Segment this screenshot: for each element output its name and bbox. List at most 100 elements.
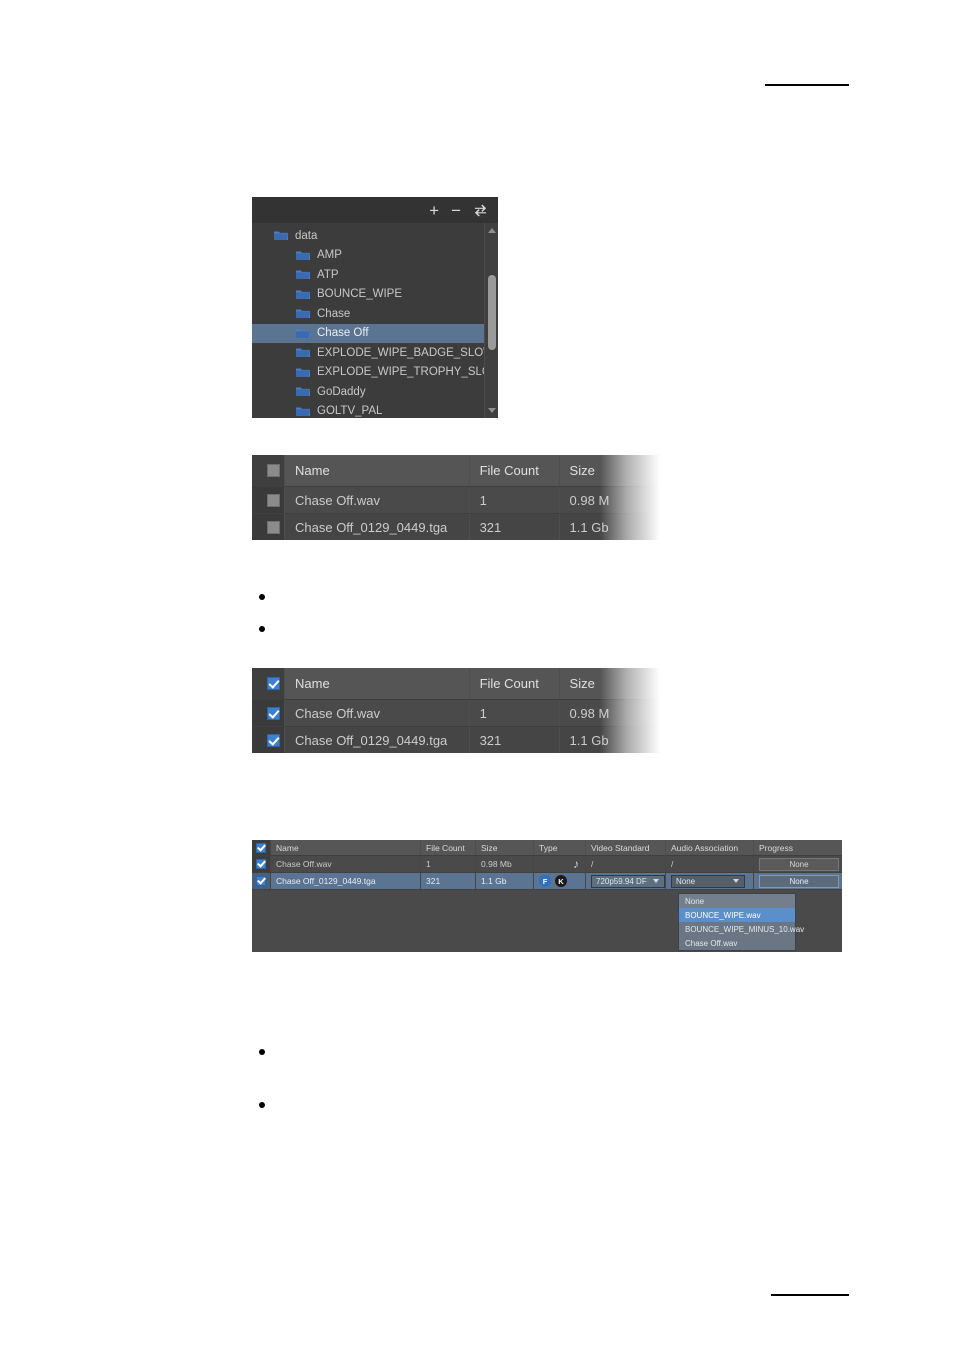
folder-icon [296, 347, 310, 358]
column-header-name[interactable]: Name [285, 455, 470, 486]
tree-item-label: GOLTV_PAL [317, 405, 383, 418]
tree-item-label: Chase Off [317, 327, 369, 340]
row-checkbox-cell[interactable] [252, 727, 285, 753]
column-header-name[interactable]: Name [271, 840, 421, 855]
tree-item-label: EXPLODE_WIPE_TROPHY_SLOW [317, 366, 498, 379]
table-row[interactable]: Chase Off_0129_0449.tga 321 1.1 Gb [252, 513, 660, 540]
progress-button[interactable]: None [759, 857, 839, 871]
bullet-point [259, 1102, 265, 1108]
select-all-checkbox[interactable] [266, 677, 280, 690]
scroll-down-icon[interactable] [488, 408, 496, 413]
dropdown-option-bounce-wipe-minus-10[interactable]: BOUNCE_WIPE_MINUS_10.wav [679, 922, 804, 936]
table-row[interactable]: Chase Off.wav 1 0.98 M [252, 699, 660, 726]
cell-name: Chase Off.wav [285, 487, 470, 513]
video-standard-select[interactable]: 720p59.94 DF [591, 874, 665, 888]
select-all-checkbox[interactable] [266, 464, 280, 477]
remove-icon[interactable]: − [451, 202, 461, 219]
tree-item-bounce-wipe[interactable]: BOUNCE_WIPE [252, 285, 484, 305]
column-header-video-standard[interactable]: Video Standard [586, 840, 666, 855]
cell-audio-association[interactable]: None [666, 873, 754, 889]
select-all-checkbox-cell[interactable] [252, 840, 271, 855]
cell-video-standard[interactable]: 720p59.94 DF [586, 873, 666, 889]
cell-progress: None [754, 856, 841, 872]
cell-size: 0.98 Mb [476, 856, 534, 872]
row-checkbox[interactable] [266, 493, 280, 507]
tree-item-explode-wipe-badge-slow[interactable]: EXPLODE_WIPE_BADGE_SLOW [252, 343, 494, 363]
select-all-checkbox-cell[interactable] [252, 668, 285, 699]
audio-association-dropdown[interactable]: None BOUNCE_WIPE.wav BOUNCE_WIPE_MINUS_1… [678, 893, 804, 951]
row-checkbox-cell[interactable] [252, 487, 285, 513]
tree-item-chase-off[interactable]: Chase Off [252, 323, 484, 343]
column-header-file-count[interactable]: File Count [470, 668, 560, 699]
row-checkbox[interactable] [266, 733, 280, 747]
cell-size: 0.98 M [569, 705, 610, 721]
cell-size: 1.1 Gb [569, 732, 609, 748]
chevron-down-icon[interactable] [653, 879, 659, 883]
tree-item-label: BOUNCE_WIPE [317, 288, 402, 301]
cell-file-count: 1 [470, 487, 560, 513]
row-checkbox[interactable] [256, 859, 266, 869]
cell-name: Chase Off.wav [285, 700, 470, 726]
table-row[interactable]: Chase Off.wav 1 0.98 Mb ♪ / / None [252, 856, 842, 873]
column-header-type[interactable]: Type [534, 840, 586, 855]
column-header-size[interactable]: Size [560, 455, 660, 486]
audio-association-value: None [676, 876, 696, 886]
folder-icon [296, 269, 310, 280]
folder-tree-list: data AMP ATP BOUNCE_WIPE Chase Chase Off… [252, 223, 498, 419]
tree-item-data[interactable]: data [252, 226, 484, 246]
cell-name: Chase Off.wav [271, 856, 421, 872]
column-header-name[interactable]: Name [285, 668, 470, 699]
music-note-icon: ♪ [573, 857, 579, 871]
top-rule [765, 84, 849, 86]
table-row[interactable]: Chase Off.wav 1 0.98 M [252, 486, 660, 513]
row-checkbox-cell[interactable] [252, 873, 271, 889]
folder-icon [296, 386, 310, 397]
column-header-size[interactable]: Size [560, 668, 660, 699]
folder-tree-toolbar: + − [252, 197, 498, 223]
cell-audio-association: / [666, 856, 754, 872]
table-row[interactable]: Chase Off_0129_0449.tga 321 1.1 Gb F K 7… [252, 873, 842, 890]
add-icon[interactable]: + [429, 202, 439, 219]
cell-video-standard: / [586, 856, 666, 872]
tree-scrollbar[interactable] [484, 223, 498, 418]
folder-icon [296, 250, 310, 261]
column-header-file-count[interactable]: File Count [470, 455, 560, 486]
dropdown-option-chase-off[interactable]: Chase Off.wav [679, 936, 795, 950]
table-row[interactable]: Chase Off_0129_0449.tga 321 1.1 Gb [252, 726, 660, 753]
tree-item-label: EXPLODE_WIPE_BADGE_SLOW [317, 346, 495, 359]
scrollbar-thumb[interactable] [488, 275, 496, 350]
file-table-checked: Name File Count Size Chase Off.wav 1 0.9… [252, 668, 660, 753]
select-all-checkbox[interactable] [256, 842, 266, 853]
row-checkbox-cell[interactable] [252, 514, 285, 540]
cell-file-count: 321 [470, 514, 560, 540]
chevron-down-icon[interactable] [733, 879, 739, 883]
row-checkbox-cell[interactable] [252, 700, 285, 726]
dropdown-option-bounce-wipe[interactable]: BOUNCE_WIPE.wav [679, 908, 795, 922]
table-header-row: Name File Count Size Type Video Standard… [252, 840, 842, 856]
progress-button[interactable]: None [759, 874, 839, 888]
row-checkbox-cell[interactable] [252, 856, 271, 872]
dropdown-option-none[interactable]: None [679, 894, 795, 908]
folder-tree-panel: + − data AMP ATP BOUNCE_WIPE Chase Chase… [252, 197, 498, 418]
scroll-up-icon[interactable] [488, 228, 496, 233]
cell-name: Chase Off_0129_0449.tga [285, 727, 470, 753]
tree-item-goltv-pal[interactable]: GOLTV_PAL [252, 402, 484, 419]
tree-item-godaddy[interactable]: GoDaddy [252, 382, 484, 402]
row-checkbox[interactable] [266, 520, 280, 534]
audio-association-select[interactable]: None [671, 874, 745, 888]
row-checkbox[interactable] [266, 706, 280, 720]
tree-item-chase[interactable]: Chase [252, 304, 484, 324]
column-header-progress[interactable]: Progress [754, 840, 841, 855]
tree-item-atp[interactable]: ATP [252, 265, 484, 285]
column-header-file-count[interactable]: File Count [421, 840, 476, 855]
select-all-checkbox-cell[interactable] [252, 455, 285, 486]
tree-item-amp[interactable]: AMP [252, 246, 484, 266]
cell-type: F K [534, 873, 586, 889]
cell-progress: None [754, 873, 841, 889]
key-badge-icon: K [555, 875, 567, 887]
tree-item-explode-wipe-trophy-slow[interactable]: EXPLODE_WIPE_TROPHY_SLOW [252, 363, 498, 383]
column-header-size[interactable]: Size [476, 840, 534, 855]
column-header-audio-association[interactable]: Audio Association [666, 840, 754, 855]
row-checkbox[interactable] [256, 876, 266, 886]
refresh-icon[interactable] [473, 203, 488, 218]
